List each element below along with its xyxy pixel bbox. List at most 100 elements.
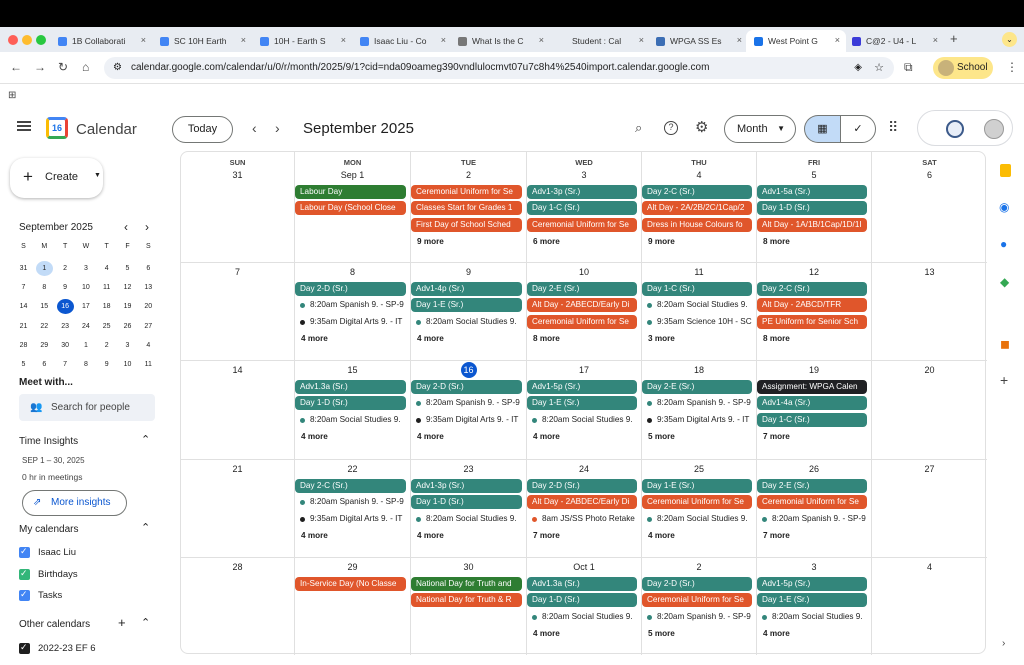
maps-icon[interactable]: ◆ (1000, 275, 1009, 289)
day-cell[interactable]: 27 (872, 460, 987, 558)
calendar-view-toggle[interactable]: ▦ (804, 115, 840, 143)
mini-day[interactable]: 8 (77, 357, 94, 372)
event-chip[interactable]: National Day for Truth & R (411, 593, 522, 608)
day-number[interactable]: 14 (181, 365, 294, 375)
mini-day[interactable]: 27 (140, 319, 157, 334)
mini-day[interactable]: 16 (56, 299, 74, 315)
more-events-link[interactable]: 4 more (417, 531, 444, 540)
day-number[interactable]: 19 (757, 365, 871, 375)
event-chip[interactable]: Ceremonial Uniform for Se (411, 185, 522, 199)
day-number[interactable]: 30 (411, 562, 526, 572)
event-chip[interactable]: Day 2-C (Sr.) (295, 479, 406, 493)
event-chip[interactable]: 8:20am Spanish 9. - SP-9 (757, 512, 867, 526)
more-events-link[interactable]: 8 more (763, 334, 790, 343)
day-cell[interactable]: 30 National Day for Truth and National Day… (411, 558, 527, 655)
close-tab-icon[interactable]: × (835, 35, 840, 45)
browser-tab[interactable]: Student : Cal × (550, 30, 650, 52)
browser-tab[interactable]: SC 10H Earth × (152, 30, 252, 52)
day-cell[interactable]: 16 Day 2-D (Sr.) 8:20am Spanish 9. - SP-9 9… (411, 361, 527, 460)
event-chip[interactable]: 9:35am Science 10H - SC (642, 315, 752, 329)
day-cell[interactable]: 4 (872, 558, 987, 655)
event-chip[interactable]: Day 1-D (Sr.) (411, 495, 522, 510)
help-icon[interactable]: ? (664, 121, 678, 135)
day-cell[interactable]: SAT 6 (872, 152, 987, 263)
close-tab-icon[interactable]: × (639, 35, 644, 45)
mini-day[interactable]: 8 (36, 280, 53, 295)
account-badge[interactable] (917, 110, 1013, 146)
mini-day[interactable]: 4 (98, 261, 115, 276)
event-chip[interactable]: Day 2-D (Sr.) (295, 282, 406, 296)
mini-day[interactable]: 25 (98, 319, 115, 334)
site-info-icon[interactable]: ⚙ (113, 57, 122, 79)
mini-day[interactable]: 4 (140, 338, 157, 353)
event-chip[interactable]: Day 1-E (Sr.) (642, 479, 752, 493)
event-chip[interactable]: 8:20am Social Studies 9. (642, 512, 752, 526)
day-cell[interactable]: 17 Adv1-5p (Sr.) Day 1-E (Sr.) 8:20am Socia… (527, 361, 642, 460)
day-number[interactable]: 4 (642, 170, 756, 180)
event-chip[interactable]: 8:20am Spanish 9. - SP-9 (411, 396, 522, 410)
browser-tab[interactable]: Isaac Liu - Co × (352, 30, 452, 52)
event-chip[interactable]: In-Service Day (No Classe (295, 577, 406, 591)
mini-day[interactable]: 5 (119, 261, 136, 276)
more-insights-button[interactable]: ⇗ More insights (22, 490, 127, 516)
mini-day[interactable]: 24 (77, 319, 94, 334)
day-number[interactable]: 3 (527, 170, 641, 180)
event-chip[interactable]: Ceremonial Uniform for Se (642, 593, 752, 608)
event-chip[interactable]: Day 2-D (Sr.) (527, 479, 637, 493)
event-chip[interactable]: Day 1-E (Sr.) (527, 396, 637, 411)
calendar-checkbox[interactable] (19, 642, 30, 654)
day-number[interactable]: Oct 1 (527, 562, 641, 572)
day-cell[interactable]: 18 Day 2-E (Sr.) 8:20am Spanish 9. - SP-9 9… (642, 361, 757, 460)
tasks-icon[interactable]: ◉ (999, 200, 1009, 214)
forward-icon[interactable]: → (34, 60, 46, 74)
day-number[interactable]: 17 (527, 365, 641, 375)
mini-day[interactable]: 18 (98, 299, 115, 314)
more-events-link[interactable]: 7 more (763, 432, 790, 441)
close-tab-icon[interactable]: × (737, 35, 742, 45)
day-number[interactable]: 2 (411, 170, 526, 180)
calendar-list-item[interactable]: Birthdays (19, 568, 78, 580)
event-chip[interactable]: 8:20am Social Studies 9. (527, 413, 637, 427)
event-chip[interactable]: Alt Day - 1A/1B/1Cap/1D/1I (757, 217, 867, 232)
event-chip[interactable]: National Day for Truth and (411, 577, 522, 591)
more-events-link[interactable]: 3 more (648, 334, 675, 343)
event-chip[interactable]: Day 1-C (Sr.) (642, 282, 752, 296)
create-button[interactable]: + Create ▼ (10, 158, 103, 198)
new-tab-button[interactable]: + (950, 31, 958, 46)
bookmark-star-icon[interactable]: ☆ (874, 57, 884, 79)
more-events-link[interactable]: 5 more (648, 629, 675, 638)
event-chip[interactable]: Day 2-D (Sr.) (411, 380, 522, 394)
mini-day[interactable]: 9 (57, 280, 74, 295)
mini-day[interactable]: 2 (57, 261, 74, 276)
day-number[interactable]: 13 (872, 267, 987, 277)
day-number[interactable]: 7 (181, 267, 294, 277)
extension-eye-icon[interactable]: ◈ (854, 57, 862, 79)
get-addons-icon[interactable]: + (1000, 372, 1008, 388)
search-people-input[interactable]: 👥 Search for people (19, 394, 155, 421)
mini-day[interactable]: 15 (36, 299, 53, 314)
day-cell[interactable]: 25 Day 1-E (Sr.) Ceremonial Uniform for Se… (642, 460, 757, 558)
close-tab-icon[interactable]: × (141, 35, 146, 45)
day-cell[interactable]: MON Sep 1 Labour Day Labour Day (School Clo… (295, 152, 411, 263)
day-cell[interactable]: 29 In-Service Day (No Classe (295, 558, 411, 655)
event-chip[interactable]: Day 1-C (Sr.) (527, 201, 637, 216)
settings-gear-icon[interactable]: ⚙ (695, 118, 708, 136)
day-cell[interactable]: Oct 1 Adv1.3a (Sr.) Day 1-D (Sr.) 8:20am So… (527, 558, 642, 655)
event-chip[interactable]: 8:20am Social Studies 9. (527, 610, 637, 624)
event-chip[interactable]: 8:20am Social Studies 9. (411, 512, 522, 526)
mini-day[interactable]: 7 (57, 357, 74, 372)
event-chip[interactable]: Day 1-E (Sr.) (757, 593, 867, 608)
day-number[interactable]: 24 (527, 464, 641, 474)
event-chip[interactable]: 9:35am Digital Arts 9. - IT (295, 512, 406, 526)
browser-tab[interactable]: 1B Collaborati × (50, 30, 152, 52)
day-number[interactable]: 16 (460, 362, 477, 378)
day-cell[interactable]: 7 (181, 263, 295, 361)
day-number[interactable]: 25 (642, 464, 756, 474)
day-cell[interactable]: SUN 31 (181, 152, 295, 263)
event-chip[interactable]: 8:20am Social Studies 9. (295, 413, 406, 427)
event-chip[interactable]: 8am JS/SS Photo Retake (527, 512, 637, 526)
event-chip[interactable]: Day 1-D (Sr.) (527, 593, 637, 608)
event-chip[interactable]: Ceremonial Uniform for Se (642, 495, 752, 510)
calendar-checkbox[interactable] (19, 546, 30, 558)
browser-tab[interactable]: C@2 - U4 - L × (844, 30, 944, 52)
